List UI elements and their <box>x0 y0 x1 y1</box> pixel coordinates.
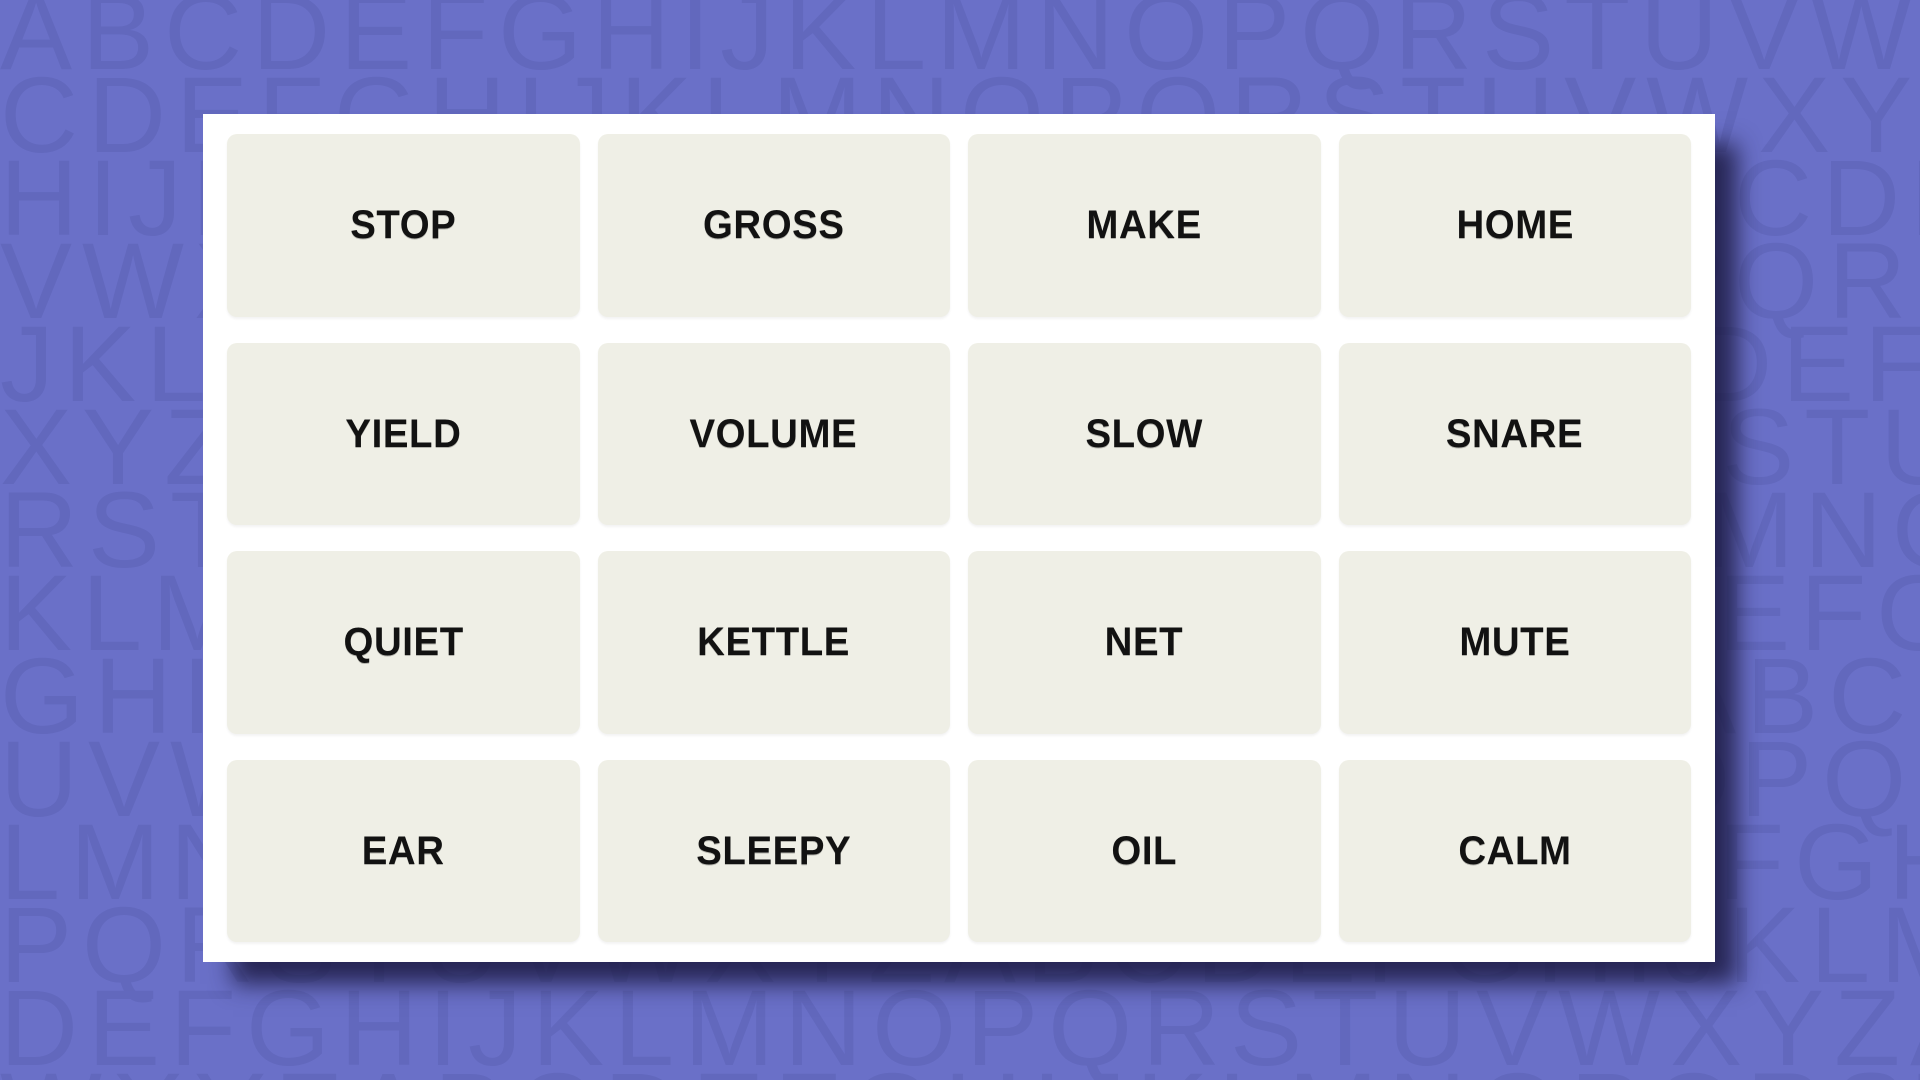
wallpaper-letter-row: ABCDEFGHIJKLMNOPQRSTUVWXYZABCDEFGHIJ <box>0 0 1920 92</box>
word-tile-volume[interactable]: VOLUME <box>597 342 950 525</box>
word-tile-label: EAR <box>361 828 445 873</box>
word-tile-label: MUTE <box>1459 620 1571 665</box>
word-tile-kettle[interactable]: KETTLE <box>597 551 950 734</box>
word-board-card: STOP GROSS MAKE HOME YIELD VOLUME SLOW SNARE QUI… <box>203 114 1715 962</box>
word-tile-yield[interactable]: YIELD <box>227 342 580 525</box>
word-tile-sleepy[interactable]: SLEEPY <box>597 759 950 942</box>
word-tile-oil[interactable]: OIL <box>968 759 1321 942</box>
word-tile-label: KETTLE <box>697 620 851 665</box>
word-tile-label: STOP <box>350 203 457 248</box>
word-tile-snare[interactable]: SNARE <box>1338 342 1691 525</box>
word-tile-home[interactable]: HOME <box>1338 134 1691 317</box>
word-tile-net[interactable]: NET <box>968 551 1321 734</box>
word-tile-label: QUIET <box>343 620 464 665</box>
word-tile-label: GROSS <box>702 203 845 248</box>
word-tile-gross[interactable]: GROSS <box>597 134 950 317</box>
word-tile-label: OIL <box>1111 828 1178 873</box>
word-tile-label: VOLUME <box>689 411 858 456</box>
word-tile-label: SNARE <box>1446 411 1584 456</box>
word-tile-label: SLEEPY <box>696 828 852 873</box>
word-tile-label: CALM <box>1458 828 1572 873</box>
word-tile-label: HOME <box>1455 203 1574 248</box>
word-tile-ear[interactable]: EAR <box>227 759 580 942</box>
wallpaper-letter-row: WXYZABCDEFGHIJKLMNOPQRSTUVWXYZABCDEF <box>0 1057 1920 1080</box>
word-tile-make[interactable]: MAKE <box>968 134 1321 317</box>
wallpaper-letter-row: DEFGHIJKLMNOPQRSTUVWXYZABCDEFGHIJKLM <box>0 967 1920 1080</box>
word-tile-label: YIELD <box>345 411 462 456</box>
word-tile-calm[interactable]: CALM <box>1338 759 1691 942</box>
word-tile-label: MAKE <box>1086 203 1202 248</box>
word-tile-slow[interactable]: SLOW <box>968 342 1321 525</box>
word-tile-stop[interactable]: STOP <box>227 134 580 317</box>
word-tile-mute[interactable]: MUTE <box>1338 551 1691 734</box>
word-tile-grid: STOP GROSS MAKE HOME YIELD VOLUME SLOW SNARE QUI… <box>227 134 1691 942</box>
word-tile-label: SLOW <box>1085 411 1203 456</box>
word-tile-quiet[interactable]: QUIET <box>227 551 580 734</box>
word-tile-label: NET <box>1104 620 1184 665</box>
